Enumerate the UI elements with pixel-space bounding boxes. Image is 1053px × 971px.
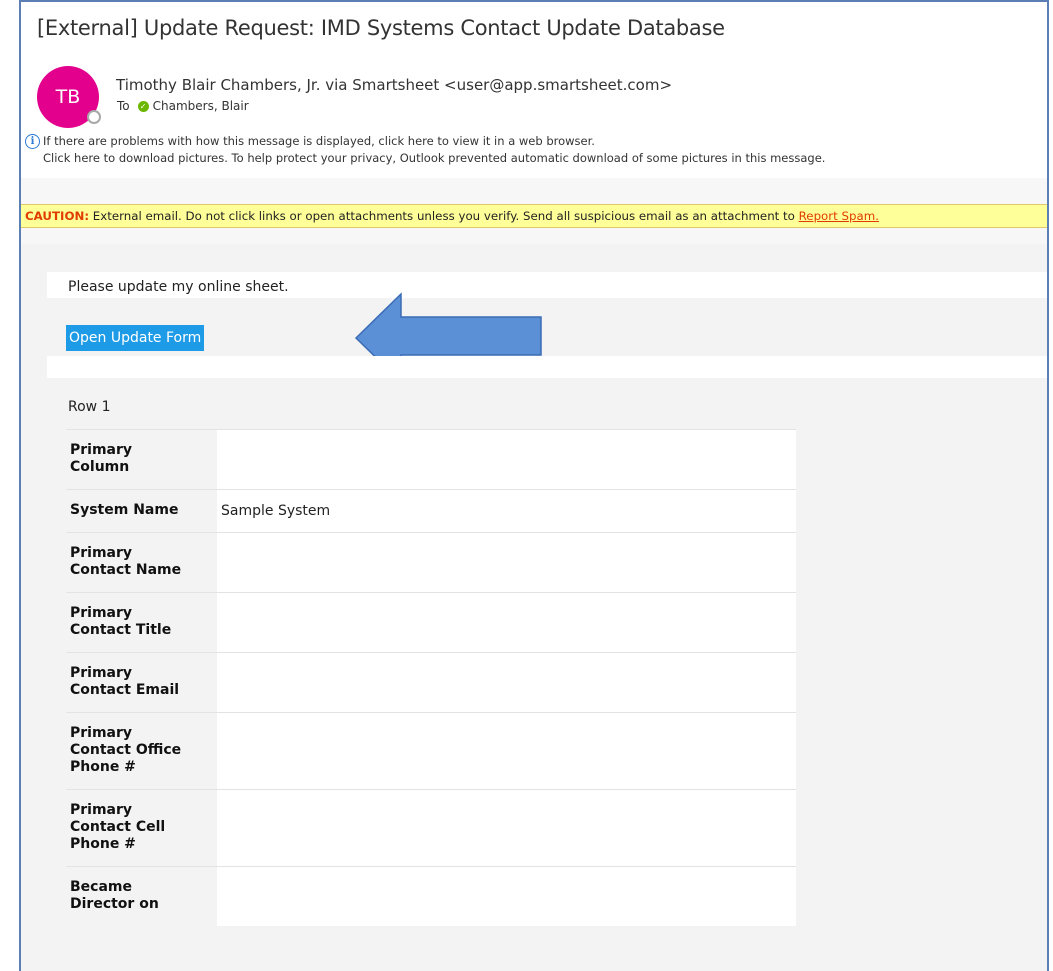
table-row: Primary Contact Name (66, 532, 796, 593)
table-row: Became Director on (66, 866, 796, 926)
field-value (217, 866, 796, 926)
sender-line[interactable]: Timothy Blair Chambers, Jr. via Smartshe… (116, 76, 672, 94)
presence-status-icon (87, 110, 101, 124)
available-check-icon: ✓ (137, 100, 149, 112)
field-label: Primary Column (66, 429, 217, 490)
open-update-form-button[interactable]: Open Update Form (66, 325, 205, 351)
message-text: Please update my online sheet. (68, 279, 289, 295)
field-label: System Name (66, 489, 217, 533)
to-label: To (117, 99, 130, 113)
email-reading-pane: [External] Update Request: IMD Systems C… (19, 0, 1049, 971)
row-details-table: Primary Column System Name Sample System Pri… (66, 429, 796, 926)
table-row: System Name Sample System (66, 489, 796, 533)
field-label: Primary Contact Office Phone # (66, 712, 217, 790)
body-margin (21, 244, 47, 971)
display-problem-notice[interactable]: If there are problems with how this mess… (43, 134, 595, 148)
field-value (217, 789, 796, 867)
gap-band (47, 356, 1047, 378)
caution-text: External email. Do not click links or op… (89, 209, 799, 223)
row-heading: Row 1 (68, 399, 111, 415)
recipient-line: To ✓ Chambers, Blair (117, 99, 249, 113)
body-top-band (47, 244, 1047, 272)
table-row: Primary Contact Email (66, 652, 796, 713)
report-spam-link[interactable]: Report Spam. (799, 209, 879, 223)
field-value (217, 652, 796, 713)
field-value (217, 712, 796, 790)
caution-prefix: CAUTION: (25, 209, 90, 223)
field-value (217, 592, 796, 653)
table-row: Primary Contact Title (66, 592, 796, 653)
field-label: Primary Contact Name (66, 532, 217, 593)
info-icon: i (25, 134, 40, 149)
field-value: Sample System (217, 489, 796, 533)
avatar-initials: TB (55, 86, 81, 108)
field-label: Primary Contact Email (66, 652, 217, 713)
recipient-name[interactable]: Chambers, Blair (153, 99, 249, 113)
field-value (217, 532, 796, 593)
caution-banner: CAUTION: External email. Do not click li… (21, 204, 1047, 228)
table-row: Primary Column (66, 429, 796, 490)
table-row: Primary Contact Office Phone # (66, 712, 796, 790)
email-subject: [External] Update Request: IMD Systems C… (37, 16, 725, 40)
field-value (217, 429, 796, 490)
field-label: Primary Contact Title (66, 592, 217, 653)
download-pictures-notice[interactable]: Click here to download pictures. To help… (43, 151, 825, 165)
field-label: Became Director on (66, 866, 217, 926)
table-row: Primary Contact Cell Phone # (66, 789, 796, 867)
field-label: Primary Contact Cell Phone # (66, 789, 217, 867)
